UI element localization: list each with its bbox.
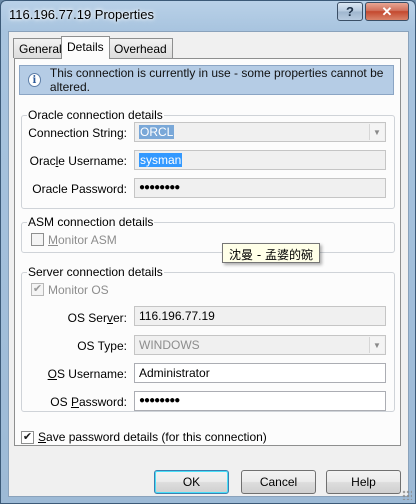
info-banner: i This connection is currently in use - … bbox=[19, 65, 394, 95]
oracle-username-label: Oracle Username: bbox=[29, 154, 127, 168]
tab-overhead[interactable]: Overhead bbox=[108, 38, 173, 58]
oracle-connection-legend: Oracle connection details bbox=[28, 108, 163, 122]
tooltip: 沈曼 - 孟婆的碗 bbox=[222, 243, 320, 263]
info-icon: i bbox=[28, 73, 41, 87]
window-title: 116.196.77.19 Properties bbox=[9, 7, 155, 22]
connection-string-label: Connection String: bbox=[28, 126, 127, 140]
help-button[interactable]: Help bbox=[326, 470, 401, 494]
monitor-os-checkbox[interactable]: ✔ bbox=[31, 283, 44, 296]
save-password-label: Save password details (for this connecti… bbox=[38, 430, 267, 444]
info-text: This connection is currently in use - so… bbox=[49, 66, 384, 94]
properties-dialog: 116.196.77.19 Properties ? ✕ General Det… bbox=[0, 0, 416, 504]
asm-connection-legend: ASM connection details bbox=[28, 215, 154, 229]
os-type-value: WINDOWS bbox=[139, 338, 200, 352]
os-server-field[interactable]: 116.196.77.19 bbox=[134, 306, 386, 326]
oracle-username-value: sysman bbox=[139, 153, 183, 167]
server-connection-legend: Server connection details bbox=[28, 265, 163, 279]
os-password-label: OS Password: bbox=[50, 395, 127, 409]
chevron-down-icon[interactable]: ▼ bbox=[369, 124, 384, 140]
close-icon: ✕ bbox=[381, 3, 393, 19]
os-password-field[interactable]: ●●●●●●●● bbox=[134, 391, 386, 411]
os-type-label: OS Type: bbox=[77, 339, 127, 353]
chevron-down-icon[interactable]: ▼ bbox=[369, 337, 384, 353]
oracle-username-field[interactable]: sysman bbox=[134, 150, 386, 170]
oracle-password-label: Oracle Password: bbox=[32, 182, 127, 196]
dialog-client-area: General Details Overhead i This connecti… bbox=[8, 31, 409, 497]
save-password-checkbox[interactable]: ✔ bbox=[21, 431, 34, 444]
title-bar[interactable]: 116.196.77.19 Properties ? ✕ bbox=[1, 1, 415, 31]
monitor-os-label: Monitor OS bbox=[48, 283, 109, 297]
oracle-password-field[interactable]: ●●●●●●●● bbox=[134, 178, 386, 198]
help-titlebar-button[interactable]: ? bbox=[337, 2, 363, 21]
connection-string-combo[interactable]: ORCL ▼ bbox=[134, 122, 386, 142]
tab-details[interactable]: Details bbox=[61, 36, 110, 59]
ok-button[interactable]: OK bbox=[154, 470, 229, 494]
monitor-asm-label: Monitor ASM bbox=[48, 233, 117, 247]
resize-grip-icon[interactable] bbox=[402, 490, 412, 500]
tab-general[interactable]: General bbox=[13, 38, 68, 58]
close-button[interactable]: ✕ bbox=[365, 2, 409, 21]
connection-string-value: ORCL bbox=[139, 125, 175, 139]
cancel-button[interactable]: Cancel bbox=[241, 470, 316, 494]
monitor-asm-checkbox[interactable] bbox=[31, 233, 44, 246]
os-username-field[interactable]: Administrator bbox=[134, 363, 386, 383]
os-server-label: OS Server: bbox=[67, 311, 127, 325]
os-username-label: OS Username: bbox=[47, 367, 127, 381]
os-type-combo[interactable]: WINDOWS ▼ bbox=[134, 335, 386, 355]
